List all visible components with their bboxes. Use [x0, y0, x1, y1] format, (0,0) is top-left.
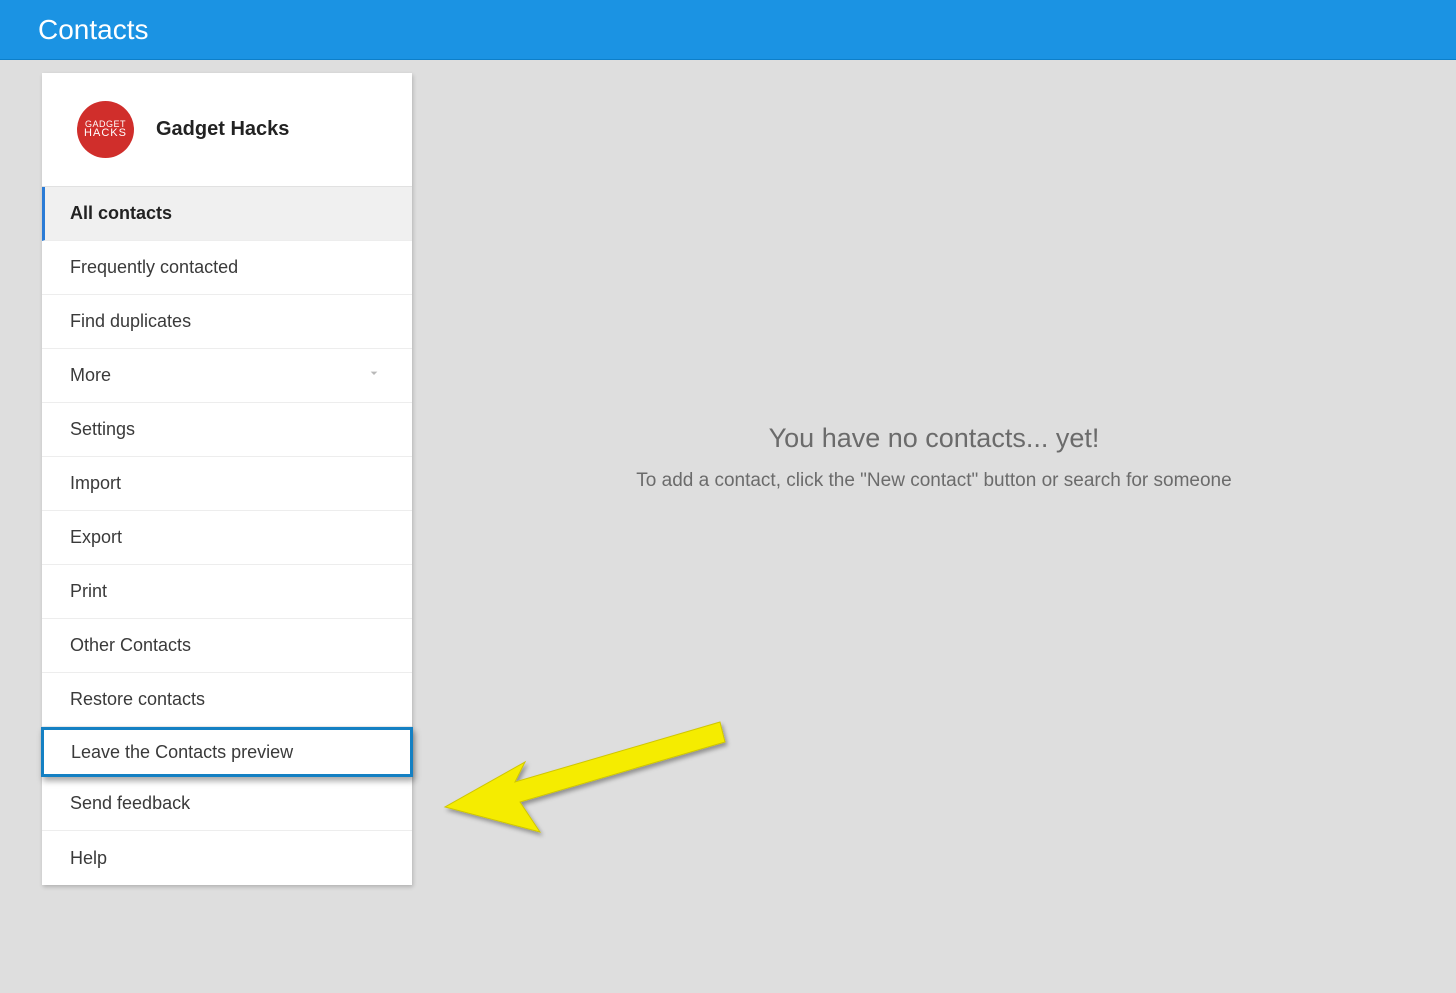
profile-section[interactable]: GADGET HACKS Gadget Hacks — [42, 73, 412, 187]
app-header: Contacts — [0, 0, 1456, 60]
avatar-text-bottom: HACKS — [84, 128, 127, 139]
sidebar-item-export[interactable]: Export — [42, 511, 412, 565]
sidebar-item-label: Find duplicates — [70, 311, 191, 332]
main-content: You have no contacts... yet! To add a co… — [412, 73, 1456, 885]
sidebar-item-leave-preview[interactable]: Leave the Contacts preview — [41, 727, 413, 777]
sidebar-item-label: Export — [70, 527, 122, 548]
sidebar-item-label: All contacts — [70, 203, 172, 224]
sidebar-item-label: More — [70, 365, 111, 386]
sidebar-item-frequently-contacted[interactable]: Frequently contacted — [42, 241, 412, 295]
sidebar-item-label: Frequently contacted — [70, 257, 238, 278]
empty-state-subtitle: To add a contact, click the "New contact… — [636, 470, 1231, 492]
content-area: GADGET HACKS Gadget Hacks All contacts F… — [0, 60, 1456, 885]
chevron-down-icon — [366, 365, 382, 386]
sidebar-item-restore-contacts[interactable]: Restore contacts — [42, 673, 412, 727]
sidebar-item-import[interactable]: Import — [42, 457, 412, 511]
sidebar-item-label: Leave the Contacts preview — [71, 742, 293, 763]
profile-name: Gadget Hacks — [156, 118, 289, 141]
sidebar-item-label: Help — [70, 848, 107, 869]
sidebar: GADGET HACKS Gadget Hacks All contacts F… — [42, 73, 412, 885]
sidebar-item-help[interactable]: Help — [42, 831, 412, 885]
sidebar-item-label: Settings — [70, 419, 135, 440]
app-title: Contacts — [38, 14, 149, 46]
sidebar-item-send-feedback[interactable]: Send feedback — [42, 777, 412, 831]
avatar: GADGET HACKS — [77, 101, 134, 158]
empty-state-title: You have no contacts... yet! — [769, 423, 1100, 454]
sidebar-item-other-contacts[interactable]: Other Contacts — [42, 619, 412, 673]
sidebar-item-label: Send feedback — [70, 793, 190, 814]
sidebar-item-label: Other Contacts — [70, 635, 191, 656]
sidebar-item-label: Import — [70, 473, 121, 494]
sidebar-item-find-duplicates[interactable]: Find duplicates — [42, 295, 412, 349]
sidebar-item-label: Print — [70, 581, 107, 602]
sidebar-item-print[interactable]: Print — [42, 565, 412, 619]
sidebar-item-settings[interactable]: Settings — [42, 403, 412, 457]
sidebar-item-label: Restore contacts — [70, 689, 205, 710]
sidebar-item-more[interactable]: More — [42, 349, 412, 403]
sidebar-item-all-contacts[interactable]: All contacts — [42, 187, 412, 241]
